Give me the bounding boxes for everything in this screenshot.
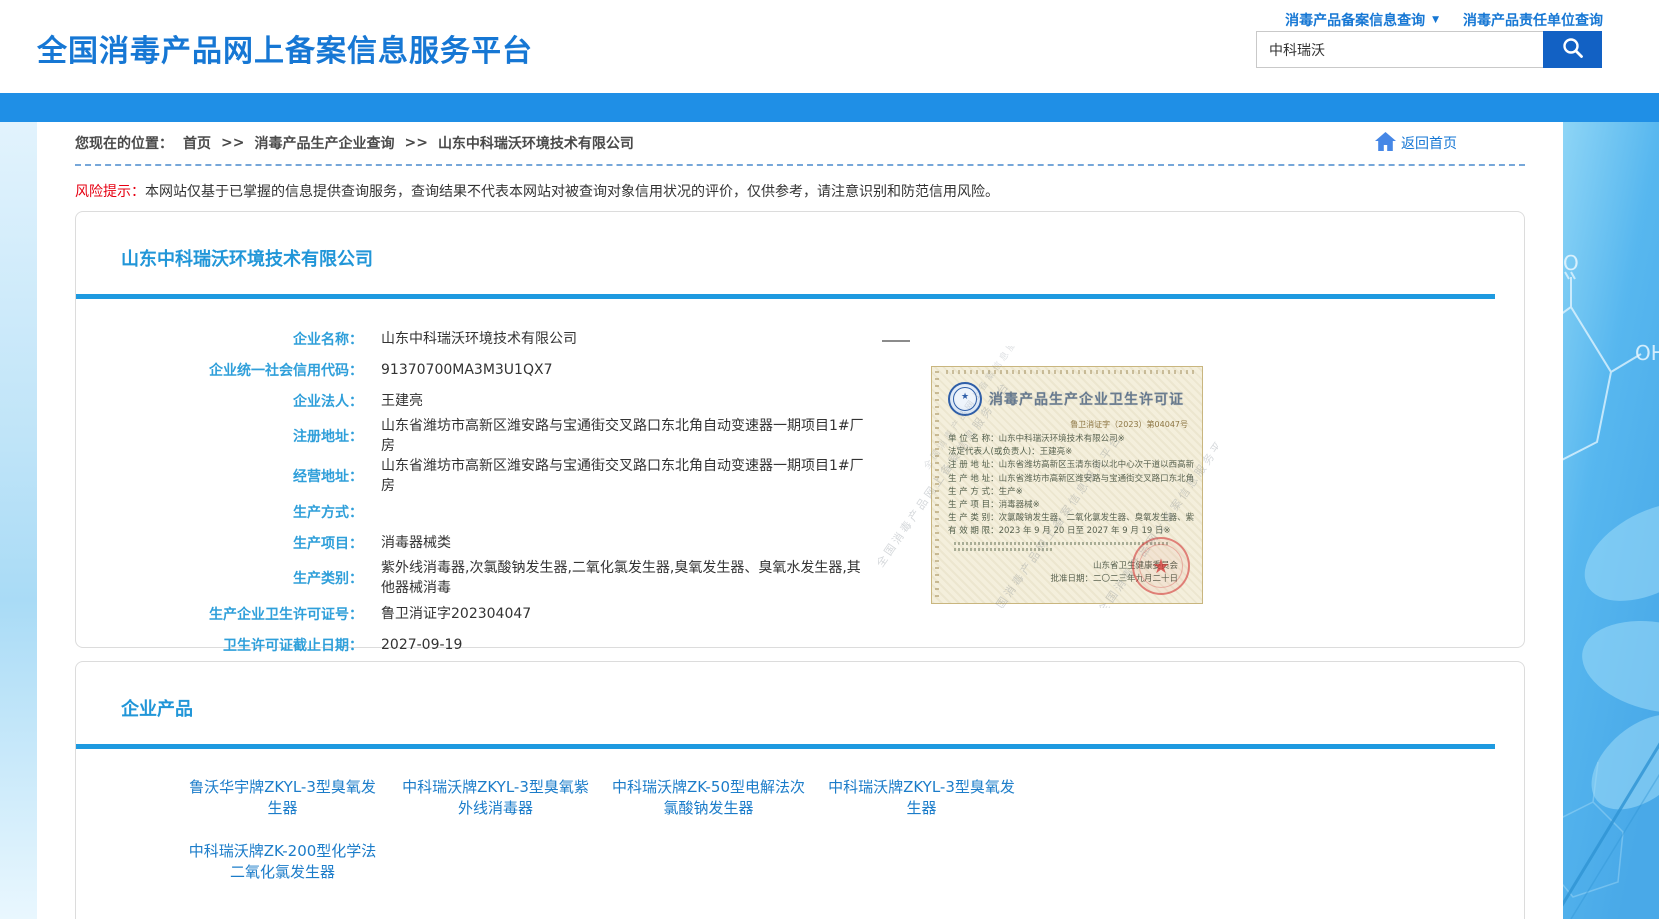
company-title: 山东中科瑞沃环境技术有限公司 [76, 212, 1524, 271]
main-content: 您现在的位置： 首页 >> 消毒产品生产企业查询 >> 山东中科瑞沃环境技术有限… [37, 122, 1563, 919]
field-value: 91370700MA3M3U1QX7 [381, 360, 873, 380]
product-list: 鲁沃华宇牌ZKYL-3型臭氧发生器 中科瑞沃牌ZKYL-3型臭氧紫外线消毒器 中… [176, 777, 1028, 883]
svg-text:OH: OH [1635, 341, 1659, 365]
detail-row: 生产企业卫生许可证号： 鲁卫消证字202304047 [76, 598, 1524, 629]
risk-notice-label: 风险提示： [75, 184, 145, 200]
breadcrumb-section-link[interactable]: 消毒产品生产企业查询 [254, 133, 394, 153]
field-label: 卫生许可证截止日期： [76, 635, 363, 655]
field-label: 企业统一社会信用代码： [76, 360, 363, 380]
search-input[interactable] [1256, 31, 1543, 68]
detail-row: 企业统一社会信用代码： 91370700MA3M3U1QX7 [76, 354, 1524, 385]
field-value: 山东中科瑞沃环境技术有限公司 [381, 329, 873, 349]
detail-row: 生产项目： 消毒器械类 [76, 527, 1524, 558]
search-box [1256, 31, 1602, 68]
field-label: 生产项目： [76, 533, 363, 553]
certificate-fine-print [954, 548, 1052, 551]
site-title: 全国消毒产品网上备案信息服务平台 [37, 26, 533, 70]
field-label: 企业名称： [76, 329, 363, 349]
breadcrumb-home-link[interactable]: 首页 [183, 133, 211, 153]
detail-row: 生产方式： [76, 496, 1524, 527]
breadcrumb-separator: >> [221, 135, 244, 151]
certificate-row: 法定代表人(或负责人)：王建亮※ [948, 446, 1194, 459]
breadcrumb-row: 您现在的位置： 首页 >> 消毒产品生产企业查询 >> 山东中科瑞沃环境技术有限… [75, 122, 1525, 166]
chemistry-flower-illustration: O OH [1563, 122, 1659, 919]
products-title: 企业产品 [76, 662, 1524, 721]
search-button[interactable] [1543, 31, 1602, 68]
detail-row: 卫生许可证截止日期： 2027-09-19 [76, 629, 1524, 660]
product-link[interactable]: 中科瑞沃牌ZKYL-3型臭氧发生器 [815, 777, 1028, 819]
dash-mark [882, 340, 910, 342]
field-value: 紫外线消毒器,次氯酸钠发生器,二氧化氯发生器,臭氧发生器、臭氧水发生器,其他器械… [381, 558, 873, 598]
company-card: 山东中科瑞沃环境技术有限公司 企业名称： 山东中科瑞沃环境技术有限公司 企业统一社… [75, 211, 1525, 648]
red-seal-stamp: ★ [1132, 537, 1190, 595]
field-label: 企业法人： [76, 391, 363, 411]
left-background-decoration [0, 122, 37, 919]
field-label: 生产类别： [76, 568, 363, 588]
field-value: 山东省潍坊市高新区潍安路与宝通街交叉路口东北角自动变速器一期项目1#厂房 [381, 416, 873, 456]
search-icon [1561, 36, 1585, 63]
risk-notice: 风险提示：本网站仅基于已掌握的信息提供查询服务，查询结果不代表本网站对被查询对象… [75, 183, 1525, 201]
breadcrumb-current: 山东中科瑞沃环境技术有限公司 [438, 133, 634, 153]
product-link[interactable]: 鲁沃华宇牌ZKYL-3型臭氧发生器 [176, 777, 389, 819]
detail-row: 企业名称： 山东中科瑞沃环境技术有限公司 [76, 323, 1524, 354]
field-value: 鲁卫消证字202304047 [381, 604, 873, 624]
certificate-header: 消毒产品生产企业卫生许可证 [948, 382, 1194, 416]
breadcrumb-prefix: 您现在的位置： [75, 133, 173, 153]
products-card: 企业产品 鲁沃华宇牌ZKYL-3型臭氧发生器 中科瑞沃牌ZKYL-3型臭氧紫外线… [75, 661, 1525, 919]
product-link[interactable]: 中科瑞沃牌ZKYL-3型臭氧紫外线消毒器 [389, 777, 602, 819]
certificate-title: 消毒产品生产企业卫生许可证 [989, 389, 1184, 409]
field-value: 消毒器械类 [381, 533, 873, 553]
detail-row: 生产类别： 紫外线消毒器,次氯酸钠发生器,二氧化氯发生器,臭氧发生器、臭氧水发生器… [76, 558, 1524, 598]
top-nav: 消毒产品备案信息查询 ▼ 消毒产品责任单位查询 [1285, 10, 1603, 30]
company-details: 企业名称： 山东中科瑞沃环境技术有限公司 企业统一社会信用代码： 91370700M… [76, 323, 1524, 660]
license-certificate-image: 消毒产品生产企业卫生许可证 鲁卫消证字（2023）第04047号 单 位 名 称… [878, 346, 1218, 608]
right-background-decoration: O OH [1563, 122, 1659, 919]
certificate-fine-print [954, 542, 1170, 545]
detail-row: 注册地址： 山东省潍坊市高新区潍安路与宝通街交叉路口东北角自动变速器一期项目1#厂… [76, 416, 1524, 456]
svg-text:O: O [1563, 251, 1579, 275]
certificate-row: 生 产 地 址：山东省潍坊市高新区潍安路与宝通街交叉路口东北角自动变速器一期项目… [948, 473, 1194, 486]
detail-row: 经营地址： 山东省潍坊市高新区潍安路与宝通街交叉路口东北角自动变速器一期项目1#厂… [76, 456, 1524, 496]
field-label: 注册地址： [76, 426, 363, 446]
field-value: 2027-09-19 [381, 635, 873, 655]
nav-responsible-unit-query[interactable]: 消毒产品责任单位查询 [1463, 10, 1603, 30]
breadcrumb: 您现在的位置： 首页 >> 消毒产品生产企业查询 >> 山东中科瑞沃环境技术有限… [75, 133, 634, 153]
certificate-row: 生 产 方 式：生产※ [948, 486, 1194, 499]
product-link[interactable]: 中科瑞沃牌ZK-200型化学法二氧化氯发生器 [176, 841, 389, 883]
seal-star-icon: ★ [1152, 554, 1170, 578]
field-label: 生产方式： [76, 502, 363, 522]
breadcrumb-separator: >> [404, 135, 427, 151]
certificate-border-ornament [946, 370, 1198, 374]
certificate-fields: 单 位 名 称：山东中科瑞沃环境技术有限公司※ 法定代表人(或负责人)：王建亮※… [948, 433, 1194, 539]
certificate-row: 注 册 地 址：山东省潍坊高新区玉清东街以北中心次干道以西高新大厦902号科研楼 [948, 459, 1194, 472]
risk-notice-text: 本网站仅基于已掌握的信息提供查询服务，查询结果不代表本网站对被查询对象信用状况的… [145, 184, 999, 200]
chevron-down-icon: ▼ [1432, 15, 1439, 25]
detail-row: 企业法人： 王建亮 [76, 385, 1524, 416]
field-value: 山东省潍坊市高新区潍安路与宝通街交叉路口东北角自动变速器一期项目1#厂房 [381, 456, 873, 496]
site-header: 全国消毒产品网上备案信息服务平台 消毒产品备案信息查询 ▼ 消毒产品责任单位查询 [0, 0, 1659, 93]
blue-banner-bar [0, 93, 1659, 122]
certificate-number: 鲁卫消证字（2023）第04047号 [948, 419, 1188, 430]
national-emblem-icon [948, 382, 982, 416]
field-label: 生产企业卫生许可证号： [76, 604, 363, 624]
card-divider [76, 294, 1495, 299]
certificate: 消毒产品生产企业卫生许可证 鲁卫消证字（2023）第04047号 单 位 名 称… [931, 366, 1203, 604]
home-icon [1375, 132, 1396, 155]
field-value: 王建亮 [381, 391, 873, 411]
certificate-row: 单 位 名 称：山东中科瑞沃环境技术有限公司※ [948, 433, 1194, 446]
certificate-row: 生 产 项 目：消毒器械※ [948, 499, 1194, 512]
product-link[interactable]: 中科瑞沃牌ZK-50型电解法次氯酸钠发生器 [602, 777, 815, 819]
back-home-link[interactable]: 返回首页 [1375, 132, 1457, 155]
card-divider [76, 744, 1495, 749]
field-label: 经营地址： [76, 466, 363, 486]
nav-filing-info-query[interactable]: 消毒产品备案信息查询 ▼ [1285, 10, 1439, 30]
certificate-row: 生 产 类 别：次氯酸钠发生器、二氧化氯发生器、臭氧发生器、紫外线消毒器※ [948, 512, 1194, 525]
